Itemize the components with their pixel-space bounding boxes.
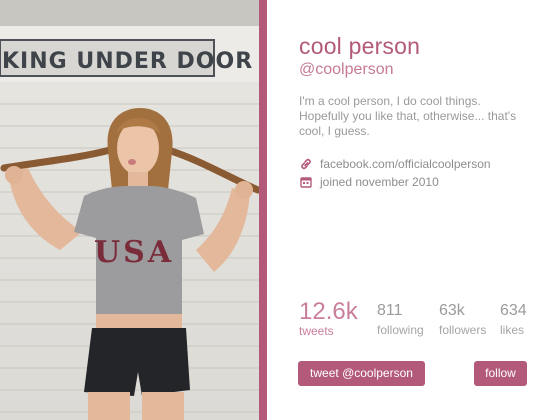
profile-link[interactable]: facebook.com/officialcoolperson: [320, 157, 491, 171]
profile-bio: I'm a cool person, I do cool things. Hop…: [299, 94, 517, 138]
stat-followers-label: followers: [439, 323, 487, 337]
photo-illustration: KING UNDER DOOR USA: [0, 0, 259, 420]
stat-likes[interactable]: 634 likes: [500, 302, 527, 337]
stat-tweets[interactable]: 12.6k tweets: [299, 298, 358, 339]
stat-tweets-value: 12.6k: [299, 298, 358, 325]
t-shirt-print: USA: [94, 235, 174, 270]
calendar-icon: [299, 175, 313, 189]
profile-panel: cool person @coolperson I'm a cool perso…: [267, 0, 560, 420]
profile-name: cool person: [299, 33, 421, 59]
profile-photo: KING UNDER DOOR USA: [0, 0, 259, 420]
door-sign-text: KING UNDER DOOR: [2, 49, 253, 74]
stat-following[interactable]: 811 following: [377, 302, 424, 337]
profile-joined-row: joined november 2010: [299, 174, 439, 190]
stat-following-value: 811: [377, 302, 403, 319]
follow-button[interactable]: follow: [474, 361, 527, 386]
stat-followers-value: 63k: [439, 302, 465, 319]
profile-handle[interactable]: @coolperson: [299, 61, 394, 79]
stat-tweets-label: tweets: [299, 324, 334, 338]
link-icon: [299, 157, 313, 171]
tweet-button[interactable]: tweet @coolperson: [298, 361, 425, 386]
stat-followers[interactable]: 63k followers: [439, 302, 486, 337]
stat-likes-value: 634: [500, 302, 527, 319]
stat-following-label: following: [377, 323, 424, 337]
panel-divider: [259, 0, 267, 420]
profile-link-row[interactable]: facebook.com/officialcoolperson: [299, 156, 491, 172]
profile-joined: joined november 2010: [320, 175, 439, 189]
stat-likes-label: likes: [500, 323, 525, 337]
building-top: [0, 0, 259, 26]
